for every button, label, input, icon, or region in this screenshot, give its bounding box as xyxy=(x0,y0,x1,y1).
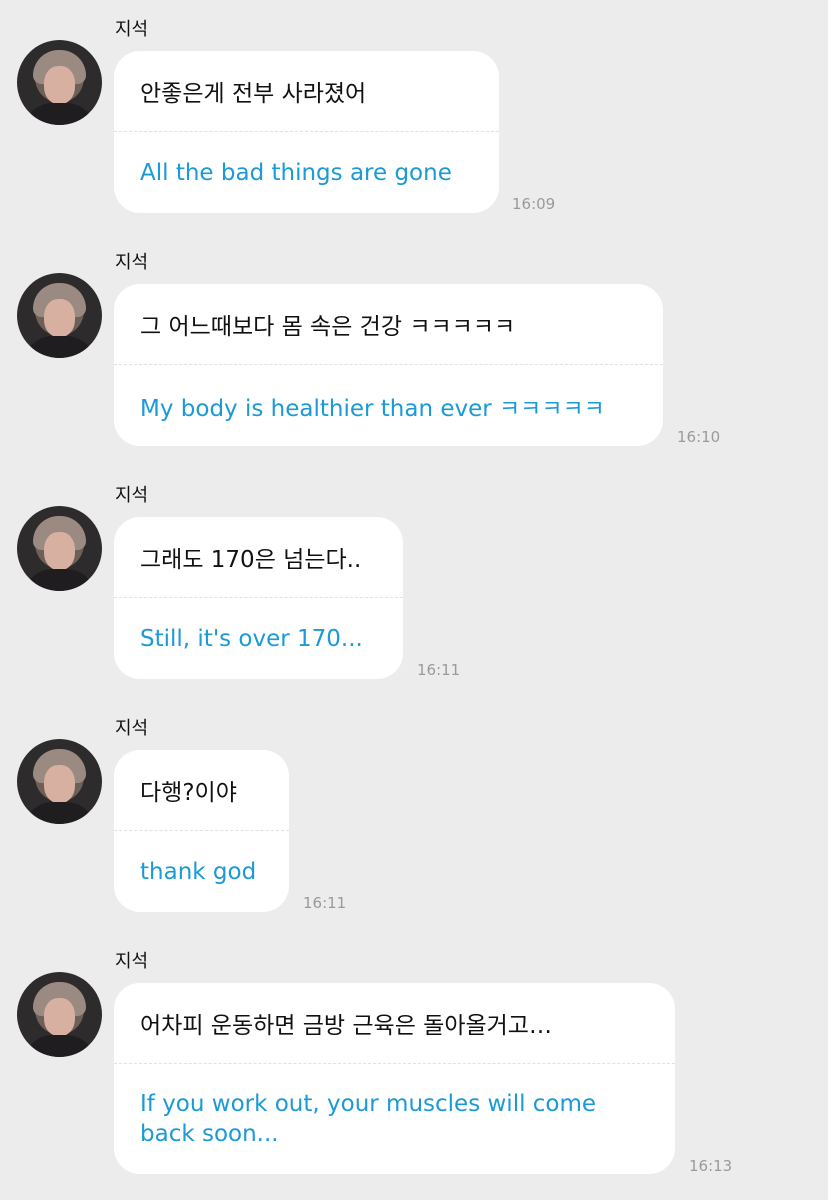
sender-avatar[interactable] xyxy=(17,972,102,1057)
translated-text: Still, it's over 170... xyxy=(140,625,363,652)
sender-name: 지석 xyxy=(115,19,149,40)
original-text: 다행?이야 xyxy=(140,780,237,806)
translated-text: thank god xyxy=(140,858,257,885)
sender-avatar[interactable] xyxy=(17,273,102,358)
original-text: 어차피 운동하면 금방 근육은 돌아올거고… xyxy=(140,1013,552,1039)
message: 지석 어차피 운동하면 금방 근육은 돌아올거고… If you work ou… xyxy=(0,950,828,1180)
message: 지석 그래도 170은 넘는다.. Still, it's over 170..… xyxy=(0,484,828,684)
translated-text: If you work out, your muscles will come … xyxy=(140,1091,597,1147)
chat-thread: 지석 안좋은게 전부 사라졌어 All the bad things are g… xyxy=(0,0,828,1200)
message-bubble[interactable]: 안좋은게 전부 사라졌어 All the bad things are gone xyxy=(114,51,499,213)
translated-text: My body is healthier than ever ㅋㅋㅋㅋㅋ xyxy=(140,395,605,422)
message-time: 16:11 xyxy=(303,894,347,912)
sender-avatar[interactable] xyxy=(17,506,102,591)
message: 지석 안좋은게 전부 사라졌어 All the bad things are g… xyxy=(0,18,828,218)
sender-name: 지석 xyxy=(115,718,149,739)
message-time: 16:13 xyxy=(689,1157,733,1175)
message-bubble[interactable]: 그 어느때보다 몸 속은 건강 ㅋㅋㅋㅋㅋ My body is healthi… xyxy=(114,284,663,446)
translated-text: All the bad things are gone xyxy=(140,159,452,186)
message-bubble[interactable]: 그래도 170은 넘는다.. Still, it's over 170... xyxy=(114,517,403,679)
message: 지석 다행?이야 thank god 16:11 xyxy=(0,717,828,917)
sender-avatar[interactable] xyxy=(17,40,102,125)
sender-name: 지석 xyxy=(115,485,149,506)
message-bubble[interactable]: 다행?이야 thank god xyxy=(114,750,289,912)
sender-avatar[interactable] xyxy=(17,739,102,824)
message-time: 16:11 xyxy=(417,661,461,679)
original-text: 그래도 170은 넘는다.. xyxy=(140,547,362,573)
message: 지석 그 어느때보다 몸 속은 건강 ㅋㅋㅋㅋㅋ My body is heal… xyxy=(0,251,828,451)
sender-name: 지석 xyxy=(115,951,149,972)
message-bubble[interactable]: 어차피 운동하면 금방 근육은 돌아올거고… If you work out, … xyxy=(114,983,675,1174)
original-text: 그 어느때보다 몸 속은 건강 ㅋㅋㅋㅋㅋ xyxy=(140,314,516,340)
sender-name: 지석 xyxy=(115,252,149,273)
message-time: 16:10 xyxy=(677,428,721,446)
message-time: 16:09 xyxy=(512,195,556,213)
original-text: 안좋은게 전부 사라졌어 xyxy=(140,81,367,107)
